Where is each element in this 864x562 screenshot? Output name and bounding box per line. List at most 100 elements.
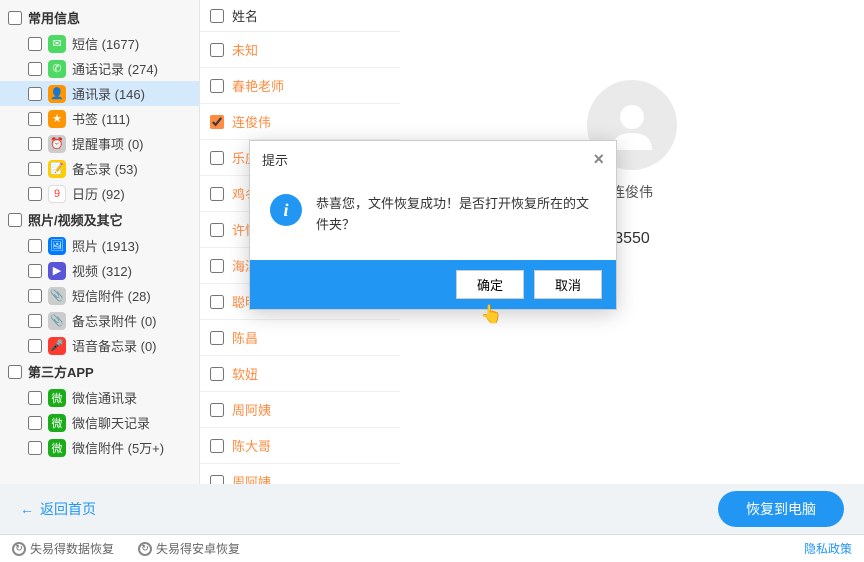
- item-checkbox[interactable]: [28, 416, 42, 430]
- sidebar-item-calls[interactable]: ✆ 通话记录 (274): [0, 56, 199, 81]
- item-label: 日历 (92): [72, 184, 125, 203]
- row-checkbox[interactable]: [210, 367, 224, 381]
- select-all-checkbox[interactable]: [210, 9, 224, 23]
- sidebar-item-wechat-attach[interactable]: 微微信附件 (5万+): [0, 435, 199, 460]
- item-label: 微信通讯录: [72, 388, 137, 407]
- contact-row[interactable]: 陈大哥: [200, 428, 400, 464]
- row-checkbox[interactable]: [210, 439, 224, 453]
- contact-name: 周阿姨: [232, 400, 271, 419]
- footer-data-recovery[interactable]: ↻ 失易得数据恢复: [12, 540, 114, 557]
- dialog-message: 恭喜您，文件恢复成功！是否打开恢复所在的文件夹？: [316, 194, 596, 236]
- category-media: 照片/视频及其它: [0, 206, 199, 233]
- row-checkbox[interactable]: [210, 223, 224, 237]
- attach-icon: 📎: [48, 287, 66, 305]
- category-label: 第三方APP: [28, 362, 94, 381]
- contact-row[interactable]: 周阿姨: [200, 392, 400, 428]
- category-label: 常用信息: [28, 8, 80, 27]
- item-label: 语音备忘录 (0): [72, 336, 157, 355]
- category-checkbox[interactable]: [8, 213, 22, 227]
- item-label: 通讯录 (146): [72, 84, 145, 103]
- sidebar-item-calendar[interactable]: 9日历 (92): [0, 181, 199, 206]
- dialog-body: i 恭喜您，文件恢复成功！是否打开恢复所在的文件夹？: [250, 178, 616, 260]
- contact-name: 未知: [232, 40, 258, 59]
- item-label: 微信附件 (5万+): [72, 438, 164, 457]
- contact-row[interactable]: 软妞: [200, 356, 400, 392]
- contact-row[interactable]: 春艳老师: [200, 68, 400, 104]
- contact-name: 陈大哥: [232, 436, 271, 455]
- sidebar: 常用信息 ✉短信 (1677) ✆ 通话记录 (274) 👤 通讯录 (146) ★…: [0, 0, 200, 484]
- item-checkbox[interactable]: [28, 264, 42, 278]
- sidebar-item-wechat-contacts[interactable]: 微微信通讯录: [0, 385, 199, 410]
- sidebar-item-photos[interactable]: 🖼 照片 (1913): [0, 233, 199, 258]
- row-checkbox[interactable]: [210, 475, 224, 485]
- phone-icon: ✆: [48, 60, 66, 78]
- footer-label: 失易得数据恢复: [30, 540, 114, 557]
- item-label: 照片 (1913): [72, 236, 139, 255]
- detail-phone: 3550: [614, 230, 650, 248]
- sidebar-item-contacts[interactable]: 👤 通讯录 (146): [0, 81, 199, 106]
- back-link[interactable]: ← 返回首页: [20, 499, 96, 519]
- item-label: 短信附件 (28): [72, 286, 151, 305]
- sidebar-item-notes[interactable]: 📝备忘录 (53): [0, 156, 199, 181]
- item-checkbox[interactable]: [28, 112, 42, 126]
- video-icon: ▶: [48, 262, 66, 280]
- row-checkbox[interactable]: [210, 187, 224, 201]
- sidebar-item-notes-attach[interactable]: 📎备忘录附件 (0): [0, 308, 199, 333]
- row-checkbox[interactable]: [210, 259, 224, 273]
- contact-row[interactable]: 连俊伟: [200, 104, 400, 140]
- item-checkbox[interactable]: [28, 162, 42, 176]
- privacy-link[interactable]: 隐私政策: [804, 540, 852, 557]
- item-label: 通话记录 (274): [72, 59, 158, 78]
- dialog-footer: 确定 取消: [250, 260, 616, 309]
- footer: ↻ 失易得数据恢复 ↻ 失易得安卓恢复 隐私政策: [0, 534, 864, 562]
- restore-button[interactable]: 恢复到电脑: [718, 491, 844, 527]
- row-checkbox[interactable]: [210, 403, 224, 417]
- item-label: 提醒事项 (0): [72, 134, 144, 153]
- item-checkbox[interactable]: [28, 137, 42, 151]
- sidebar-item-sms[interactable]: ✉短信 (1677): [0, 31, 199, 56]
- sidebar-item-reminders[interactable]: ⏰提醒事项 (0): [0, 131, 199, 156]
- item-label: 视频 (312): [72, 261, 132, 280]
- item-checkbox[interactable]: [28, 37, 42, 51]
- item-checkbox[interactable]: [28, 239, 42, 253]
- footer-android-recovery[interactable]: ↻ 失易得安卓恢复: [138, 540, 240, 557]
- sidebar-item-bookmarks[interactable]: ★书签 (111): [0, 106, 199, 131]
- row-checkbox[interactable]: [210, 331, 224, 345]
- close-icon[interactable]: ×: [593, 149, 604, 170]
- contact-row[interactable]: 陈昌: [200, 320, 400, 356]
- item-label: 备忘录 (53): [72, 159, 138, 178]
- item-checkbox[interactable]: [28, 289, 42, 303]
- item-checkbox[interactable]: [28, 314, 42, 328]
- bottom-bar: ← 返回首页 恢复到电脑: [0, 484, 864, 534]
- item-checkbox[interactable]: [28, 87, 42, 101]
- sms-icon: ✉: [48, 35, 66, 53]
- category-thirdparty: 第三方APP: [0, 358, 199, 385]
- row-checkbox[interactable]: [210, 295, 224, 309]
- category-checkbox[interactable]: [8, 11, 22, 25]
- sidebar-item-voice[interactable]: 🎤语音备忘录 (0): [0, 333, 199, 358]
- sidebar-item-wechat-chat[interactable]: 微微信聊天记录: [0, 410, 199, 435]
- list-header: 姓名: [200, 0, 400, 32]
- sidebar-item-videos[interactable]: ▶ 视频 (312): [0, 258, 199, 283]
- contact-name: 连俊伟: [232, 112, 271, 131]
- contact-row[interactable]: 未知: [200, 32, 400, 68]
- ok-button[interactable]: 确定: [456, 270, 524, 299]
- row-checkbox[interactable]: [210, 79, 224, 93]
- header-label: 姓名: [232, 6, 258, 25]
- item-checkbox[interactable]: [28, 339, 42, 353]
- footer-label: 失易得安卓恢复: [156, 540, 240, 557]
- cancel-button[interactable]: 取消: [534, 270, 602, 299]
- item-checkbox[interactable]: [28, 391, 42, 405]
- row-checkbox[interactable]: [210, 151, 224, 165]
- item-checkbox[interactable]: [28, 62, 42, 76]
- item-checkbox[interactable]: [28, 187, 42, 201]
- row-checkbox[interactable]: [210, 43, 224, 57]
- back-arrow-icon: ←: [20, 501, 34, 517]
- contacts-icon: 👤: [48, 85, 66, 103]
- category-checkbox[interactable]: [8, 365, 22, 379]
- photos-icon: 🖼: [48, 237, 66, 255]
- contact-row[interactable]: 周阿姨: [200, 464, 400, 484]
- sidebar-item-sms-attach[interactable]: 📎 短信附件 (28): [0, 283, 199, 308]
- row-checkbox[interactable]: [210, 115, 224, 129]
- item-checkbox[interactable]: [28, 441, 42, 455]
